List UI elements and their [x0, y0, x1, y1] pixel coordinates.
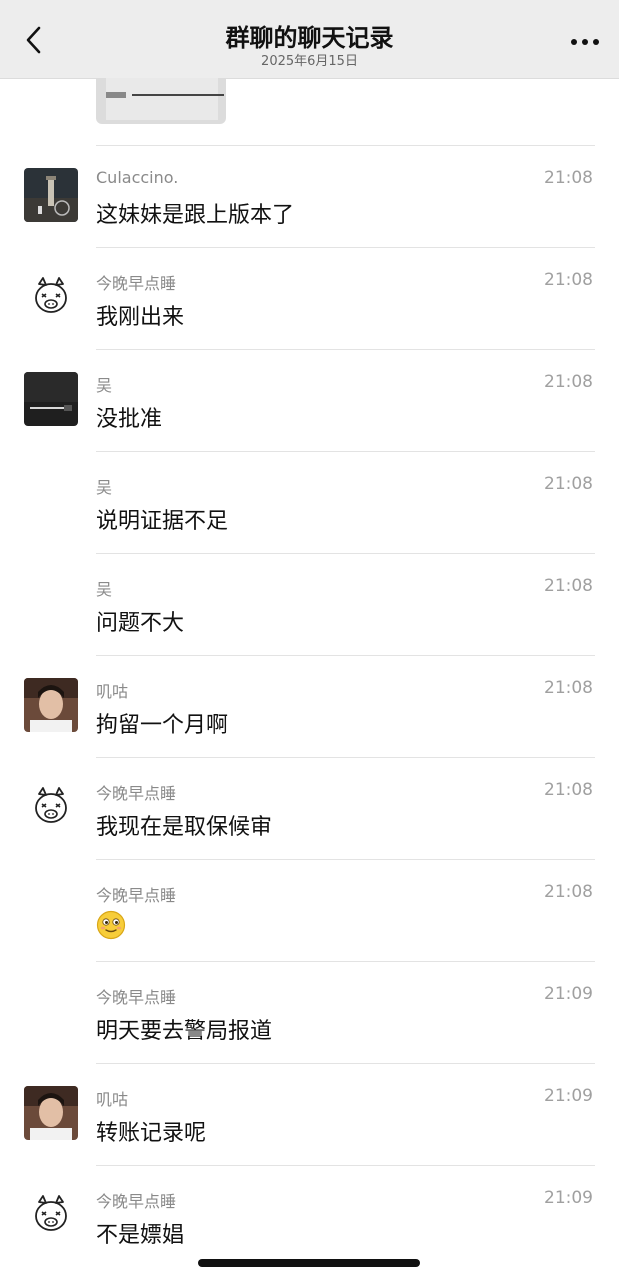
message-text: 没批准	[96, 407, 163, 432]
sender-name: 今晚早点睡	[96, 784, 177, 803]
message-item[interactable]: 今晚早点睡 21:09 明天要去警局报道	[0, 962, 619, 1063]
avatar[interactable]	[24, 168, 78, 222]
sender-name: 叽咕	[96, 1090, 129, 1109]
smile-emoji-icon	[96, 910, 126, 940]
page-title: 群聊的聊天记录	[225, 24, 394, 52]
message-time: 21:08	[544, 474, 593, 494]
sender-name: 叽咕	[96, 682, 129, 701]
message-time: 21:09	[544, 984, 593, 1004]
message-text: 我刚出来	[96, 305, 185, 330]
sender-name: 今晚早点睡	[96, 274, 177, 293]
message-text: 这妹妹是跟上版本了	[96, 203, 295, 228]
lighthouse-avatar-image	[24, 168, 78, 222]
message-text: 说明证据不足	[96, 509, 229, 534]
message-time: 21:08	[544, 372, 593, 392]
sender-name: 今晚早点睡	[96, 1192, 177, 1211]
message-item[interactable]: 吴 21:08 说明证据不足	[0, 452, 619, 553]
more-dots-icon	[571, 39, 599, 45]
sender-name: 吴	[96, 580, 113, 599]
message-item[interactable]: 今晚早点睡 21:09 不是嫖娼	[0, 1166, 619, 1267]
portrait-avatar-image	[24, 678, 78, 732]
sender-name: Culaccino.	[96, 168, 179, 187]
dark-avatar-image	[24, 372, 78, 426]
message-item[interactable]: 今晚早点睡 21:08 我刚出来	[0, 248, 619, 349]
sender-name: 吴	[96, 478, 113, 497]
message-time: 21:09	[544, 1086, 593, 1106]
message-time: 21:08	[544, 780, 593, 800]
message-item[interactable]: 今晚早点睡 21:08	[0, 860, 619, 961]
message-time: 21:08	[544, 882, 593, 902]
pig-face-icon[interactable]	[31, 1194, 71, 1234]
page-date: 2025年6月15日	[261, 54, 358, 69]
avatar[interactable]	[24, 372, 78, 426]
pig-face-icon[interactable]	[31, 786, 71, 826]
message-item[interactable]: 叽咕 21:09 转账记录呢	[0, 1064, 619, 1165]
more-button[interactable]	[565, 24, 605, 60]
portrait-avatar-image	[24, 1086, 78, 1140]
pig-face-icon[interactable]	[31, 276, 71, 316]
avatar[interactable]	[24, 678, 78, 732]
message-item[interactable]: 叽咕 21:08 拘留一个月啊	[0, 656, 619, 757]
sender-name: 吴	[96, 376, 113, 395]
sender-name: 今晚早点睡	[96, 886, 177, 905]
nav-bar: 群聊的聊天记录 2025年6月15日	[0, 0, 619, 79]
message-text: 我现在是取保候审	[96, 815, 273, 840]
message-item[interactable]: 吴 21:08 问题不大	[0, 554, 619, 655]
message-time: 21:08	[544, 168, 593, 188]
image-message-thumbnail[interactable]	[96, 78, 226, 124]
document-image	[106, 78, 224, 120]
message-time: 21:08	[544, 270, 593, 290]
message-text: 问题不大	[96, 611, 185, 636]
message-text: 转账记录呢	[96, 1121, 207, 1146]
avatar[interactable]	[24, 1086, 78, 1140]
home-indicator[interactable]	[198, 1259, 420, 1267]
sender-name: 今晚早点睡	[96, 988, 177, 1007]
message-time: 21:08	[544, 576, 593, 596]
message-text: 不是嫖娼	[96, 1223, 185, 1248]
message-item[interactable]: Culaccino. 21:08 这妹妹是跟上版本了	[0, 146, 619, 247]
message-text: 明天要去警局报道	[96, 1019, 273, 1044]
message-text: 拘留一个月啊	[96, 713, 229, 738]
message-time: 21:08	[544, 678, 593, 698]
message-item[interactable]: 今晚早点睡 21:08 我现在是取保候审	[0, 758, 619, 859]
message-time: 21:09	[544, 1188, 593, 1208]
message-item[interactable]: 吴 21:08 没批准	[0, 350, 619, 451]
